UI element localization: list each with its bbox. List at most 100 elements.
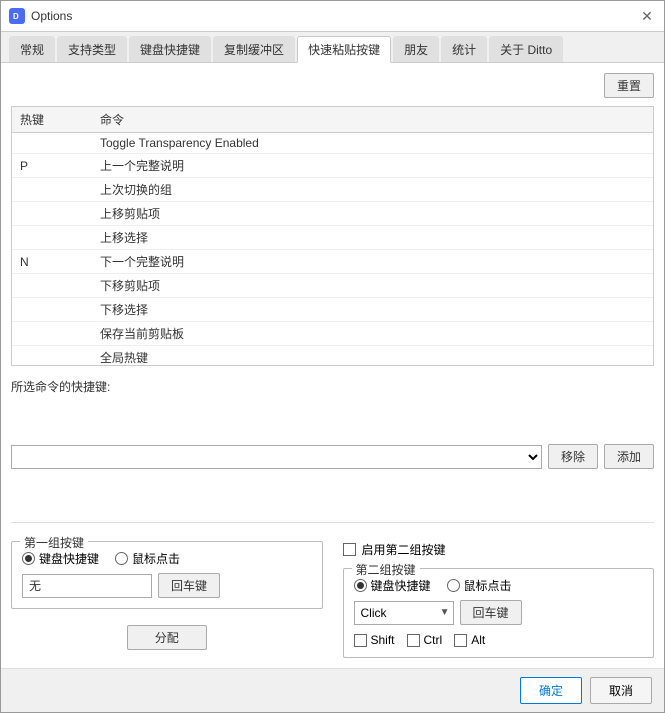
enable-second-group-checkbox[interactable] [343, 543, 356, 556]
tab-general[interactable]: 常规 [9, 36, 55, 62]
table-row[interactable]: N下一个完整说明 [12, 250, 653, 274]
command-cell: 全局热键 [92, 346, 653, 367]
enable-second-group-row: 启用第二组按键 [343, 541, 655, 558]
group2-mouse-radio-icon [447, 579, 460, 592]
group1-keyboard-radio[interactable]: 键盘快捷键 [22, 550, 99, 567]
alt-checkbox-item: Alt [454, 633, 485, 647]
remove-button[interactable]: 移除 [548, 444, 598, 469]
window-title: Options [31, 9, 72, 23]
group2-dropdown[interactable]: Click Double Click Right Click Middle Cl… [354, 601, 454, 625]
group2-keyboard-radio-icon [354, 579, 367, 592]
table-row[interactable]: 上次切换的组 [12, 178, 653, 202]
group1-input[interactable] [22, 574, 152, 598]
tab-about[interactable]: 关于 Ditto [489, 36, 563, 62]
hotkey-cell [12, 298, 92, 322]
group2-keyboard-label: 键盘快捷键 [371, 577, 431, 594]
ok-button[interactable]: 确定 [520, 677, 582, 704]
table-row[interactable]: 上移选择 [12, 226, 653, 250]
table-row[interactable]: Toggle Transparency Enabled [12, 133, 653, 154]
shortcut-row: 所选命令的快捷键: [11, 378, 654, 395]
table-row[interactable]: 上移剪贴项 [12, 202, 653, 226]
group2-mouse-label: 鼠标点击 [464, 577, 512, 594]
hotkey-cell [12, 226, 92, 250]
group2-radio-row: 键盘快捷键 鼠标点击 [354, 577, 644, 594]
group1-input-row: 回车键 [22, 573, 312, 598]
add-button[interactable]: 添加 [604, 444, 654, 469]
options-window: D Options ✕ 常规 支持类型 键盘快捷键 复制缓冲区 快速粘贴按键 朋… [0, 0, 665, 713]
group2-input-row: Click Double Click Right Click Middle Cl… [354, 600, 644, 625]
table-row[interactable]: 保存当前剪贴板 [12, 322, 653, 346]
enable-second-group-label: 启用第二组按键 [362, 541, 446, 558]
table-row[interactable]: 下移选择 [12, 298, 653, 322]
ctrl-checkbox-item: Ctrl [407, 633, 443, 647]
command-cell: 保存当前剪贴板 [92, 322, 653, 346]
tab-quick-paste[interactable]: 快速粘贴按键 [297, 36, 391, 63]
assign-row: 分配 [11, 625, 323, 650]
alt-label: Alt [471, 633, 485, 647]
hotkey-table-container[interactable]: 热键 命令 Toggle Transparency EnabledP上一个完整说… [11, 106, 654, 366]
tab-copy-buffer[interactable]: 复制缓冲区 [213, 36, 295, 62]
tab-friends[interactable]: 朋友 [393, 36, 439, 62]
col-left: 第一组按键 键盘快捷键 鼠标点击 回车键 [11, 541, 323, 658]
group2-box: 第二组按键 键盘快捷键 鼠标点击 [343, 568, 655, 658]
group2-dropdown-wrap: Click Double Click Right Click Middle Cl… [354, 601, 454, 625]
command-cell: 上次切换的组 [92, 178, 653, 202]
cancel-button[interactable]: 取消 [590, 677, 652, 704]
reset-row: 重置 [11, 73, 654, 98]
shortcut-select[interactable] [11, 445, 542, 469]
footer: 确定 取消 [1, 668, 664, 712]
hotkey-cell [12, 346, 92, 367]
shift-checkbox-item: Shift [354, 633, 395, 647]
tab-stats[interactable]: 统计 [441, 36, 487, 62]
command-cell: 上移选择 [92, 226, 653, 250]
assign-button[interactable]: 分配 [127, 625, 207, 650]
group2-keyboard-radio[interactable]: 键盘快捷键 [354, 577, 431, 594]
hotkey-table: 热键 命令 Toggle Transparency EnabledP上一个完整说… [12, 107, 653, 366]
group2-mouse-radio[interactable]: 鼠标点击 [447, 577, 512, 594]
group2-enter-button[interactable]: 回车键 [460, 600, 522, 625]
shortcut-label: 所选命令的快捷键: [11, 378, 110, 395]
group1-mouse-radio[interactable]: 鼠标点击 [115, 550, 180, 567]
hotkey-cell: P [12, 154, 92, 178]
group1-box: 第一组按键 键盘快捷键 鼠标点击 回车键 [11, 541, 323, 609]
table-row[interactable]: P上一个完整说明 [12, 154, 653, 178]
tab-keyboard-shortcuts[interactable]: 键盘快捷键 [129, 36, 211, 62]
command-cell: Toggle Transparency Enabled [92, 133, 653, 154]
group2-label: 第二组按键 [352, 561, 420, 578]
table-row[interactable]: 全局热键 [12, 346, 653, 367]
title-bar: D Options ✕ [1, 1, 664, 32]
shortcut-combo-row: 移除 添加 [11, 403, 654, 510]
modifier-checkbox-row: Shift Ctrl Alt [354, 633, 644, 647]
tab-support-types[interactable]: 支持类型 [57, 36, 127, 62]
close-button[interactable]: ✕ [638, 7, 656, 25]
group1-label: 第一组按键 [20, 534, 88, 551]
command-cell: 下移选择 [92, 298, 653, 322]
reset-button[interactable]: 重置 [604, 73, 654, 98]
hotkey-cell: N [12, 250, 92, 274]
col-command: 命令 [92, 107, 653, 133]
command-cell: 上一个完整说明 [92, 154, 653, 178]
col-right: 启用第二组按键 第二组按键 键盘快捷键 鼠标点击 [343, 541, 655, 658]
ctrl-label: Ctrl [424, 633, 443, 647]
group1-radio-row: 键盘快捷键 鼠标点击 [22, 550, 312, 567]
two-col: 第一组按键 键盘快捷键 鼠标点击 回车键 [11, 541, 654, 658]
hotkey-cell [12, 202, 92, 226]
table-row[interactable]: 下移剪贴项 [12, 274, 653, 298]
group1-mouse-label: 鼠标点击 [132, 550, 180, 567]
col-hotkey: 热键 [12, 107, 92, 133]
group1-enter-button[interactable]: 回车键 [158, 573, 220, 598]
group1-keyboard-label: 键盘快捷键 [39, 550, 99, 567]
main-content: 重置 热键 命令 Toggle Transparency EnabledP上一个… [1, 63, 664, 668]
command-cell: 上移剪贴项 [92, 202, 653, 226]
hotkey-cell [12, 274, 92, 298]
group1-keyboard-radio-icon [22, 552, 35, 565]
command-cell: 下一个完整说明 [92, 250, 653, 274]
title-bar-left: D Options [9, 8, 72, 24]
group1-mouse-radio-icon [115, 552, 128, 565]
hotkey-cell [12, 133, 92, 154]
alt-checkbox[interactable] [454, 634, 467, 647]
tab-bar: 常规 支持类型 键盘快捷键 复制缓冲区 快速粘贴按键 朋友 统计 关于 Ditt… [1, 32, 664, 63]
divider [11, 522, 654, 523]
ctrl-checkbox[interactable] [407, 634, 420, 647]
shift-checkbox[interactable] [354, 634, 367, 647]
